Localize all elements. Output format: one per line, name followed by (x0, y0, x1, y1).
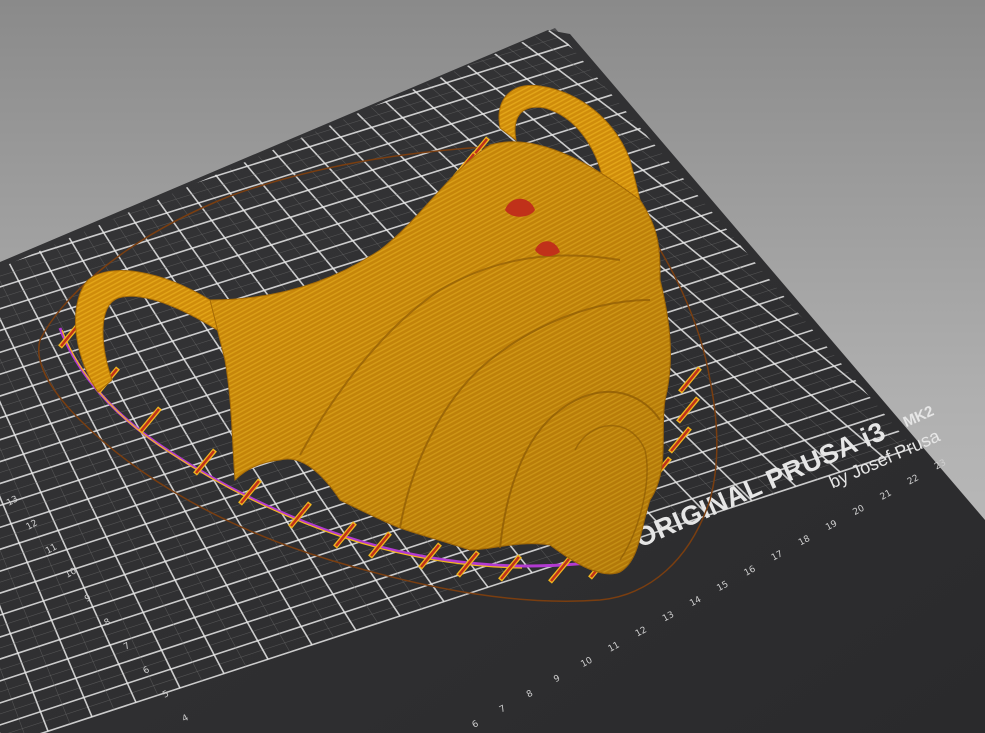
3d-viewport[interactable]: 6 7 8 9 10 11 12 13 14 15 16 17 18 19 20 21 22 23 4 5 6 7 8 9 10… (0, 0, 985, 733)
print-bed-scene[interactable]: 6789101112131415161718192021222345678910… (0, 0, 985, 733)
